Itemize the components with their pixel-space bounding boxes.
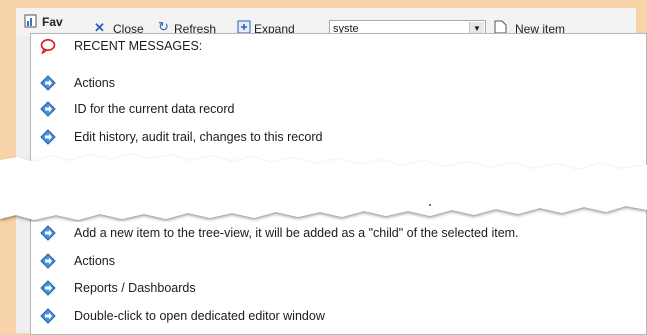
message-text: Actions xyxy=(74,76,115,90)
recent-messages-title: RECENT MESSAGES: xyxy=(74,39,203,53)
message-text: Reports / Dashboards xyxy=(74,281,196,295)
message-item[interactable]: Actions xyxy=(31,250,646,274)
message-item[interactable]: Edit history, audit trail, changes to th… xyxy=(31,126,646,150)
torn-edge-divider xyxy=(0,154,647,220)
favorites-label[interactable]: Fav xyxy=(42,15,63,29)
diamond-arrow-icon xyxy=(40,101,56,117)
message-text: ID for the current data record xyxy=(74,102,235,116)
diamond-arrow-icon xyxy=(40,280,56,296)
message-text: Actions xyxy=(74,254,115,268)
diamond-arrow-icon xyxy=(40,253,56,269)
message-item[interactable]: Reports / Dashboards xyxy=(31,277,646,301)
message-item[interactable]: Actions xyxy=(31,72,646,96)
speech-bubble-icon xyxy=(40,39,56,54)
message-item[interactable]: Double-click to open dedicated editor wi… xyxy=(31,305,646,329)
message-text: Edit history, audit trail, changes to th… xyxy=(74,130,323,144)
expand-icon[interactable] xyxy=(237,20,251,34)
message-text: Double-click to open dedicated editor wi… xyxy=(74,309,325,323)
recent-messages-header: RECENT MESSAGES: xyxy=(31,35,646,59)
message-item[interactable]: Add a new item to the tree-view, it will… xyxy=(31,222,646,246)
diamond-arrow-icon xyxy=(40,225,56,241)
diamond-arrow-icon xyxy=(40,129,56,145)
message-item[interactable]: ID for the current data record xyxy=(31,98,646,122)
diamond-arrow-icon xyxy=(40,75,56,91)
message-text: Add a new item to the tree-view, it will… xyxy=(74,226,519,240)
new-item-icon[interactable] xyxy=(494,20,507,34)
favorites-icon[interactable] xyxy=(24,13,40,29)
diamond-arrow-icon xyxy=(40,308,56,324)
